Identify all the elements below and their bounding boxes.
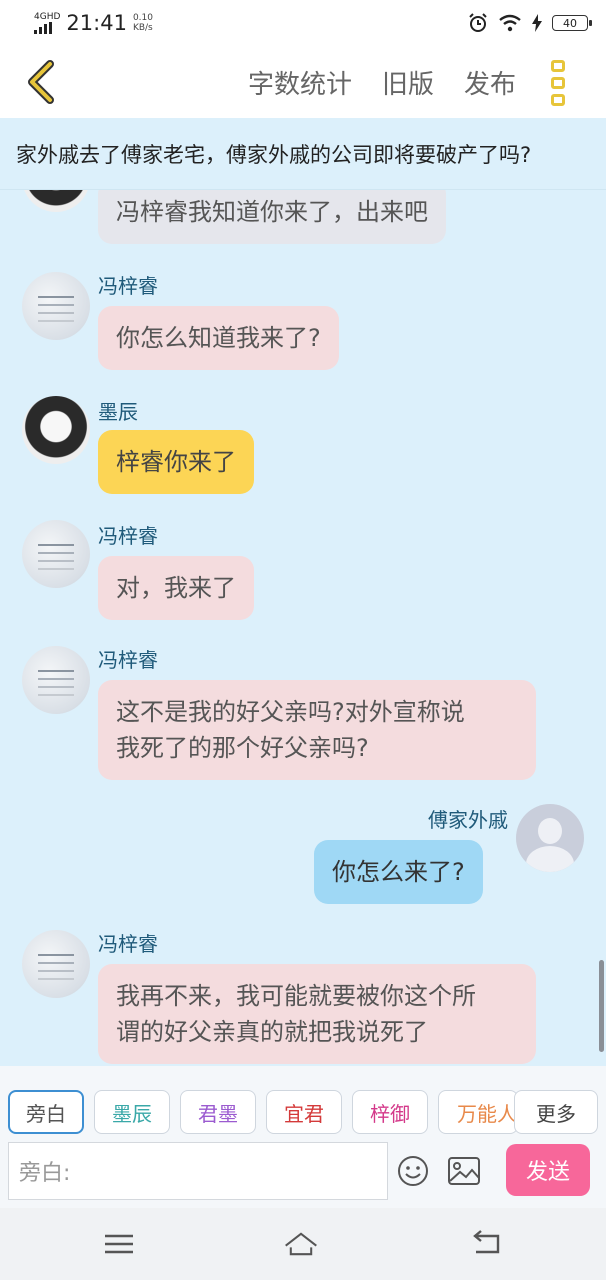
speaker-name: 冯梓睿: [98, 524, 158, 548]
chip-label: 旁白: [26, 1101, 66, 1126]
net-speed-value: 0.10: [132, 13, 153, 23]
message-bubble[interactable]: 你怎么知道我来了?: [98, 306, 339, 370]
back-nav-icon[interactable]: [470, 1228, 504, 1260]
avatar[interactable]: [22, 272, 90, 340]
chip-label: 梓御: [370, 1101, 410, 1126]
signal-icon: [34, 21, 52, 34]
avatar[interactable]: [22, 930, 90, 998]
home-icon[interactable]: [284, 1228, 318, 1260]
battery-icon: 40: [552, 15, 592, 31]
wifi-icon: [499, 14, 521, 32]
menu-icon[interactable]: [102, 1228, 136, 1260]
avatar[interactable]: [22, 190, 90, 212]
chip-label: 万能人: [457, 1101, 517, 1126]
emoji-icon[interactable]: [396, 1154, 430, 1188]
status-icons: 40: [468, 13, 592, 33]
speaker-name: 墨辰: [98, 400, 138, 424]
system-nav-bar: [0, 1208, 606, 1280]
chip-junmo[interactable]: 君墨: [180, 1090, 256, 1134]
message-bubble[interactable]: 梓睿你来了: [98, 430, 254, 494]
message-line: 我再不来，我可能就要被你这个所: [116, 982, 476, 1010]
message-line: 这不是我的好父亲吗?对外宣称说: [116, 698, 465, 726]
chip-ziyu[interactable]: 梓御: [352, 1090, 428, 1134]
scrollbar[interactable]: [599, 960, 604, 1052]
more-characters-button[interactable]: 更多: [514, 1090, 598, 1134]
chip-label: 君墨: [198, 1101, 238, 1126]
speaker-name: 冯梓睿: [98, 932, 158, 956]
input-row: 旁白: 发送: [0, 1136, 606, 1208]
message-bubble[interactable]: 冯梓睿我知道你来了，出来吧: [98, 190, 446, 244]
message-bubble[interactable]: 你怎么来了?: [314, 840, 483, 904]
character-selector: 旁白 墨辰 君墨 宜君 梓御 万能人 更多: [0, 1066, 606, 1136]
message-bubble[interactable]: 对，我来了: [98, 556, 254, 620]
chip-label: 更多: [536, 1101, 576, 1126]
chip-yijun[interactable]: 宜君: [266, 1090, 342, 1134]
message-bubble[interactable]: 这不是我的好父亲吗?对外宣称说 我死了的那个好父亲吗?: [98, 680, 536, 780]
net-speed-unit: KB/s: [132, 23, 153, 33]
chat-area[interactable]: 冯梓睿我知道你来了，出来吧 冯梓睿 你怎么知道我来了? 墨辰 梓睿你来了 冯梓睿…: [0, 190, 606, 1066]
speaker-name: 冯梓睿: [98, 648, 158, 672]
more-menu-icon[interactable]: [548, 60, 568, 106]
avatar[interactable]: [22, 520, 90, 588]
old-version-button[interactable]: 旧版: [382, 64, 434, 101]
net-speed: 0.10 KB/s: [133, 13, 153, 33]
message-input[interactable]: 旁白:: [8, 1142, 388, 1200]
message-line: 我死了的那个好父亲吗?: [116, 734, 369, 762]
avatar[interactable]: [22, 396, 90, 464]
battery-level: 40: [563, 16, 577, 30]
toolbar: 字数统计 旧版 发布: [0, 46, 606, 118]
message-bubble[interactable]: 我再不来，我可能就要被你这个所 谓的好父亲真的就把我说死了: [98, 964, 536, 1064]
network-indicator: 4GHD: [34, 11, 61, 34]
clock: 21:41: [66, 11, 127, 35]
message-line: 谓的好父亲真的就把我说死了: [116, 1018, 428, 1046]
publish-button[interactable]: 发布: [464, 64, 516, 101]
send-label: 发送: [525, 1160, 570, 1185]
charging-icon: [532, 14, 542, 32]
speaker-name: 冯梓睿: [98, 274, 158, 298]
send-button[interactable]: 发送: [506, 1144, 590, 1196]
input-placeholder: 旁白:: [19, 1161, 71, 1186]
network-type: 4GHD: [34, 11, 61, 22]
chip-universal[interactable]: 万能人: [438, 1090, 518, 1134]
alarm-icon: [469, 13, 487, 32]
back-icon[interactable]: [22, 60, 62, 104]
avatar[interactable]: [516, 804, 584, 872]
avatar[interactable]: [22, 646, 90, 714]
chip-mochen[interactable]: 墨辰: [94, 1090, 170, 1134]
chip-narrator[interactable]: 旁白: [8, 1090, 84, 1134]
image-icon[interactable]: [447, 1156, 481, 1186]
chip-label: 墨辰: [112, 1101, 152, 1126]
status-bar: 4GHD 21:41 0.10 KB/s 40: [0, 0, 606, 46]
chapter-title: 家外戚去了傅家老宅，傅家外戚的公司即将要破产了吗?: [0, 118, 606, 190]
toolbar-actions: 字数统计 旧版 发布: [248, 64, 516, 101]
chip-label: 宜君: [284, 1101, 324, 1126]
chapter-title-text: 家外戚去了傅家老宅，傅家外戚的公司即将要破产了吗?: [16, 142, 532, 167]
word-count-button[interactable]: 字数统计: [248, 64, 352, 101]
speaker-name: 傅家外戚: [428, 808, 508, 832]
